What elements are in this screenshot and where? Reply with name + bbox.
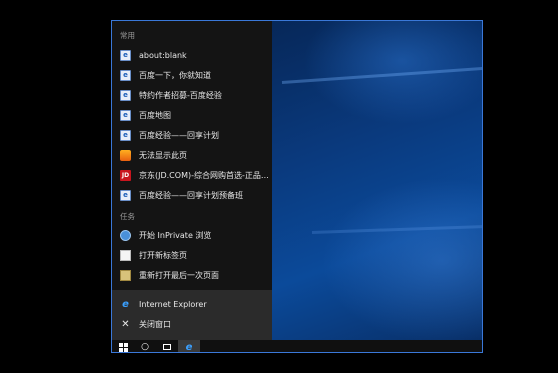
- task-label: 重新打开最后一次页面: [139, 271, 219, 280]
- wallpaper-light-beam: [281, 66, 482, 84]
- jumplist-app-area: e Internet Explorer ✕ 关闭窗口: [112, 290, 272, 340]
- ie-page-icon: e: [120, 110, 131, 121]
- jumplist-item-author-recruit[interactable]: e 特约作者招募-百度经验: [112, 86, 272, 105]
- jumplist-item-label: 特约作者招募-百度经验: [139, 91, 222, 100]
- frequent-section-title: 常用: [120, 31, 135, 40]
- ie-page-icon: e: [120, 70, 131, 81]
- ie-page-icon: e: [120, 90, 131, 101]
- search-icon: ○: [141, 342, 149, 352]
- jumplist-item-about-blank[interactable]: e about:blank: [112, 46, 272, 65]
- search-button[interactable]: ○: [134, 340, 156, 352]
- wallpaper-light-beam: [311, 224, 482, 234]
- jumplist-item-label: about:blank: [139, 51, 187, 60]
- task-reopen-last-session[interactable]: 重新打开最后一次页面: [112, 266, 272, 285]
- close-label: 关闭窗口: [139, 320, 171, 329]
- internet-explorer-taskbar-button[interactable]: e: [178, 340, 200, 353]
- jumplist-item-label: 百度地图: [139, 111, 171, 120]
- start-button[interactable]: [112, 340, 134, 352]
- task-label: 开始 InPrivate 浏览: [139, 231, 212, 240]
- jumplist-item-label: 百度经验——回享计划预备班: [139, 191, 243, 200]
- jumplist-item-share-plan[interactable]: e 百度经验——回享计划: [112, 126, 272, 145]
- tasks-section-title: 任务: [120, 212, 135, 221]
- task-label: 打开新标签页: [139, 251, 187, 260]
- jumplist-item-baidu[interactable]: e 百度一下，你就知道: [112, 66, 272, 85]
- jumplist-item-label: 百度经验——回享计划: [139, 131, 219, 140]
- jumplist-item-page-error[interactable]: 无法显示此页: [112, 146, 272, 165]
- jumplist-item-label: 无法显示此页: [139, 151, 187, 160]
- app-label: Internet Explorer: [139, 300, 207, 309]
- desktop-screen: 常用 e about:blank e 百度一下，你就知道 e 特约作者招募-百度…: [111, 20, 483, 353]
- internet-explorer-icon: e: [185, 341, 193, 353]
- ie-page-icon: e: [120, 130, 131, 141]
- task-view-button[interactable]: [156, 340, 178, 352]
- task-view-icon: [163, 344, 171, 350]
- windows-logo-icon: [118, 342, 128, 352]
- new-tab-icon: [120, 250, 131, 261]
- launch-internet-explorer[interactable]: e Internet Explorer: [112, 295, 272, 314]
- inprivate-icon: [120, 230, 131, 241]
- jumplist-item-label: 百度一下，你就知道: [139, 71, 211, 80]
- task-new-tab[interactable]: 打开新标签页: [112, 246, 272, 265]
- jumplist-item-jd[interactable]: JD 京东(JD.COM)-综合网购首选-正品低...: [112, 166, 272, 185]
- internet-explorer-icon: e: [122, 299, 129, 310]
- ie-page-icon: e: [120, 50, 131, 61]
- jumplist-item-baidu-map[interactable]: e 百度地图: [112, 106, 272, 125]
- close-icon: ✕: [121, 319, 130, 330]
- task-inprivate[interactable]: 开始 InPrivate 浏览: [112, 226, 272, 245]
- jump-list: 常用 e about:blank e 百度一下，你就知道 e 特约作者招募-百度…: [112, 21, 272, 340]
- taskbar: ○ e: [112, 340, 482, 353]
- close-window-button[interactable]: ✕ 关闭窗口: [112, 315, 272, 334]
- reopen-icon: [120, 270, 131, 281]
- jumplist-item-label: 京东(JD.COM)-综合网购首选-正品低...: [139, 171, 269, 180]
- jd-icon: JD: [120, 170, 131, 181]
- jumplist-item-share-plan-prep[interactable]: e 百度经验——回享计划预备班: [112, 186, 272, 205]
- error-page-icon: [120, 150, 131, 161]
- ie-page-icon: e: [120, 190, 131, 201]
